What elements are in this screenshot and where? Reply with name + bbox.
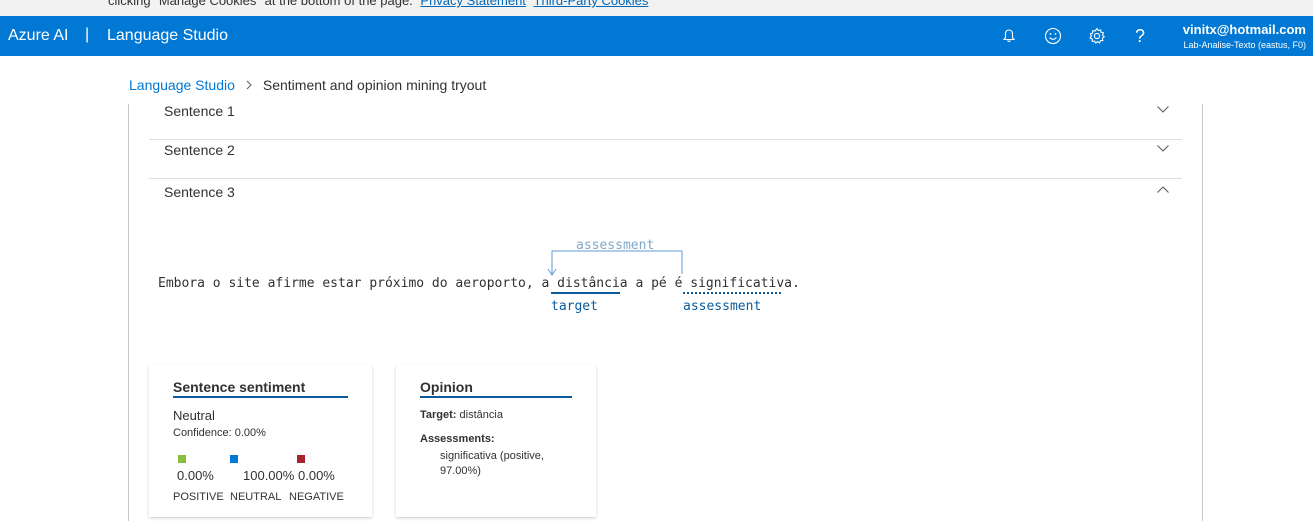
target-tag: target [551,299,598,314]
product-name[interactable]: Language Studio [107,27,228,45]
negative-swatch [297,455,305,463]
sentence-sentiment-title: Sentence sentiment [173,379,306,395]
positive-value: 0.00% [177,468,214,483]
title-underline [420,396,572,398]
breadcrumb-current: Sentiment and opinion mining tryout [262,77,487,93]
arc-assessment-label: assessment [576,238,655,253]
sentence-2-row[interactable]: Sentence 2 [149,137,1182,179]
account-resource: Lab-Analise-Texto (eastus, F0) [1183,40,1306,50]
cookie-text: clicking "Manage Cookies" at the bottom … [108,0,648,8]
chevron-down-icon[interactable] [1156,102,1170,121]
breadcrumb: Language Studio Sentiment and opinion mi… [129,77,486,93]
brand-name[interactable]: Azure AI [8,27,68,45]
gear-icon[interactable] [1085,24,1109,48]
sentence-sentiment-card: Sentence sentiment Neutral Confidence: 0… [149,365,372,517]
help-glyph: ? [1134,25,1145,46]
text-middle: a pé é [627,276,691,291]
negative-label: NEGATIVE [289,491,344,503]
sentence-text: Embora o site afirme estar próximo do ae… [158,276,800,291]
sentence-1-label: Sentence 1 [164,103,235,119]
opinion-target: Target: distância [420,409,503,421]
opinion-title: Opinion [420,379,473,395]
chevron-down-icon[interactable] [1156,141,1170,160]
cookie-message: clicking "Manage Cookies" at the bottom … [108,0,413,8]
smiley-icon[interactable] [1041,24,1065,48]
opinion-card: Opinion Target: distância Assessments: s… [396,365,596,517]
annotated-sentence: assessment Embora o site afirme estar pr… [158,236,858,326]
opinion-assessments: Assessments: [420,433,495,445]
sentence-1-row[interactable]: Sentence 1 [149,98,1182,140]
privacy-statement-link[interactable]: Privacy Statement [420,0,526,8]
sentence-2-label: Sentence 2 [164,142,235,158]
breadcrumb-language-studio[interactable]: Language Studio [129,77,235,93]
sentiment-value: Neutral [173,408,215,423]
help-icon[interactable]: ? [1128,24,1152,48]
brand-separator: | [85,26,90,43]
positive-swatch [178,455,186,463]
negative-value: 0.00% [298,468,335,483]
bell-icon[interactable] [997,24,1021,48]
assessment-value: significativa (positive, 97.00%) [440,450,544,477]
text-after: . [792,276,800,291]
title-underline [173,396,348,398]
neutral-value: 100.00% [243,468,295,483]
text-before: Embora o site afirme estar próximo do ae… [158,276,558,291]
sentence-3-label: Sentence 3 [164,184,235,200]
positive-label: POSITIVE [173,491,224,503]
third-party-cookies-link[interactable]: Third-Party Cookies [534,0,649,8]
neutral-swatch [230,455,238,463]
assessments-label: Assessments: [420,433,495,445]
top-bar: Azure AI | Language Studio ? vinitx@hotm… [0,16,1313,56]
target-value: distância [459,409,503,421]
cookie-banner: clicking "Manage Cookies" at the bottom … [0,0,1313,16]
assessment-tag: assessment [683,299,762,314]
assessment-word: significativa [690,276,792,291]
target-label: Target: [420,409,457,421]
account-email[interactable]: vinitx@hotmail.com [1183,22,1306,37]
chevron-right-icon [245,80,253,90]
sentence-3-row[interactable]: Sentence 3 [149,179,1182,221]
sentiment-confidence: Confidence: 0.00% [173,427,266,439]
chevron-up-icon[interactable] [1156,183,1170,202]
neutral-label: NEUTRAL [230,491,282,503]
target-word: distância [557,276,628,291]
